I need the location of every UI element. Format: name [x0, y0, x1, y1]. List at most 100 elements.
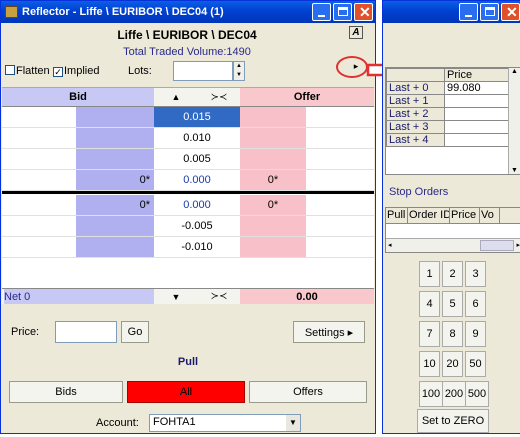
lots-input[interactable] [173, 61, 233, 81]
ladder-row[interactable]: 0.015 [2, 107, 374, 128]
keypad-button[interactable]: 8 [442, 321, 463, 347]
stop-column-header[interactable]: Order ID [408, 208, 450, 223]
last-price-row[interactable]: Last + 3 [386, 120, 509, 134]
dropdown-arrow-icon: ▼ [286, 415, 300, 431]
ladder-row[interactable]: -0.010 [2, 237, 374, 258]
keypad-button[interactable]: 20 [442, 351, 463, 377]
bid-volume-cell[interactable] [76, 216, 154, 236]
bid-header[interactable]: Bid [2, 88, 154, 106]
minimize-button[interactable] [312, 3, 331, 21]
ladder-row[interactable]: 0* 0.000 0* [2, 170, 374, 191]
keypad-button[interactable]: 7 [419, 321, 440, 347]
offer-orders-cell[interactable] [306, 237, 374, 257]
bid-orders-cell[interactable] [2, 128, 76, 148]
stop-column-header[interactable]: Price [450, 208, 480, 223]
bid-volume-cell[interactable] [76, 128, 154, 148]
go-button[interactable]: Go [121, 321, 149, 343]
offer-volume-cell[interactable] [240, 237, 306, 257]
settings-button[interactable]: Settings ▸ [293, 321, 365, 343]
keypad-button[interactable]: 9 [465, 321, 486, 347]
grid-scrollbar[interactable]: ▲ ▼ [508, 68, 520, 174]
side-close-button[interactable]: ✕ [501, 3, 520, 21]
all-button[interactable]: All [127, 381, 245, 403]
reflector-title-bar[interactable]: Reflector - Liffe \ EURIBOR \ DEC04 (1) … [1, 1, 375, 23]
keypad-button[interactable]: 10 [419, 351, 440, 377]
ladder-row[interactable]: 0* 0.000 0* [2, 195, 374, 216]
keypad-button[interactable]: 100 [419, 381, 443, 407]
bid-orders-cell[interactable] [2, 237, 76, 257]
ladder-row[interactable]: 0.005 [2, 149, 374, 170]
offer-orders-cell[interactable] [306, 216, 374, 236]
bids-button[interactable]: Bids [9, 381, 123, 403]
bid-volume-cell[interactable]: 0* [76, 170, 154, 190]
keypad-button[interactable]: 1 [419, 261, 440, 287]
price-cell[interactable]: 0.010 [154, 128, 240, 148]
price-cell[interactable]: 0.005 [154, 149, 240, 169]
offer-orders-cell[interactable] [306, 128, 374, 148]
offer-volume-cell[interactable] [240, 216, 306, 236]
maximize-button[interactable] [333, 3, 352, 21]
offer-orders-cell[interactable] [306, 195, 374, 215]
price-cell[interactable]: 0.015 [154, 107, 240, 127]
last-price-row[interactable]: Last + 4 [386, 133, 509, 147]
ladder-row[interactable]: 0.010 [2, 128, 374, 149]
offer-orders-cell[interactable] [306, 107, 374, 127]
keypad-button[interactable]: 4 [419, 291, 440, 317]
keypad-button[interactable]: 200 [442, 381, 466, 407]
bid-orders-cell[interactable] [2, 195, 76, 215]
price-input[interactable] [55, 321, 117, 343]
bid-orders-cell[interactable] [2, 170, 76, 190]
price-cell[interactable]: 0.000 [154, 170, 240, 190]
last-price-row[interactable]: Last + 2 [386, 107, 509, 121]
offer-header[interactable]: Offer [240, 88, 374, 106]
last-price-row[interactable]: Last + 0 99.080 [386, 81, 509, 95]
side-maximize-button[interactable] [480, 3, 499, 21]
offers-button[interactable]: Offers [249, 381, 367, 403]
offer-volume-cell[interactable]: 0* [240, 170, 306, 190]
keypad-button[interactable]: 50 [465, 351, 486, 377]
offer-volume-cell[interactable]: 0* [240, 195, 306, 215]
center-button[interactable]: ≻≺ [198, 88, 240, 106]
window-title: Reflector - Liffe \ EURIBOR \ DEC04 (1) [22, 6, 224, 18]
last-price-row[interactable]: Last + 1 [386, 94, 509, 108]
offer-volume-cell[interactable] [240, 149, 306, 169]
net-center-button[interactable]: ≻≺ [198, 289, 240, 304]
keypad-button[interactable]: 5 [442, 291, 463, 317]
bid-volume-cell[interactable] [76, 149, 154, 169]
stop-column-header[interactable]: Pull [386, 208, 408, 223]
lots-spinner[interactable]: ▲ ▼ [233, 61, 245, 81]
keypad-button[interactable]: 2 [442, 261, 463, 287]
bid-orders-cell[interactable] [2, 149, 76, 169]
price-cell[interactable]: 0.000 [154, 195, 240, 215]
keypad-button[interactable]: 6 [465, 291, 486, 317]
flatten-checkbox[interactable]: Flatten [5, 65, 50, 77]
set-to-zero-button[interactable]: Set to ZERO [417, 409, 489, 433]
price-cell[interactable]: -0.010 [154, 237, 240, 257]
ladder-separator [2, 191, 374, 194]
offer-orders-cell[interactable] [306, 170, 374, 190]
price-cell[interactable]: -0.005 [154, 216, 240, 236]
account-select[interactable]: FOHTA1 ▼ [149, 414, 301, 432]
stop-column-header[interactable]: Vo [480, 208, 500, 223]
total-traded-volume: Total Traded Volume:1490 [123, 46, 251, 58]
bid-volume-cell[interactable]: 0* [76, 195, 154, 215]
bid-volume-cell[interactable] [76, 107, 154, 127]
close-button[interactable]: ✕ [354, 3, 373, 21]
keypad-button[interactable]: 3 [465, 261, 486, 287]
offer-volume-cell[interactable] [240, 128, 306, 148]
scroll-up-button[interactable]: ▲ [154, 88, 198, 106]
last-price-value [444, 120, 509, 134]
stop-orders-scrollbar[interactable]: ◂ ▸ [386, 238, 520, 252]
side-title-bar[interactable]: ✕ [383, 1, 520, 23]
bid-orders-cell[interactable] [2, 216, 76, 236]
bid-volume-cell[interactable] [76, 237, 154, 257]
edit-icon[interactable]: A [349, 26, 363, 39]
side-minimize-button[interactable] [459, 3, 478, 21]
offer-volume-cell[interactable] [240, 107, 306, 127]
ladder-row[interactable]: -0.005 [2, 216, 374, 237]
keypad-button[interactable]: 500 [465, 381, 489, 407]
scroll-down-button[interactable]: ▼ [154, 289, 198, 304]
bid-orders-cell[interactable] [2, 107, 76, 127]
offer-orders-cell[interactable] [306, 149, 374, 169]
implied-checkbox[interactable]: ✓ Implied [53, 65, 99, 77]
